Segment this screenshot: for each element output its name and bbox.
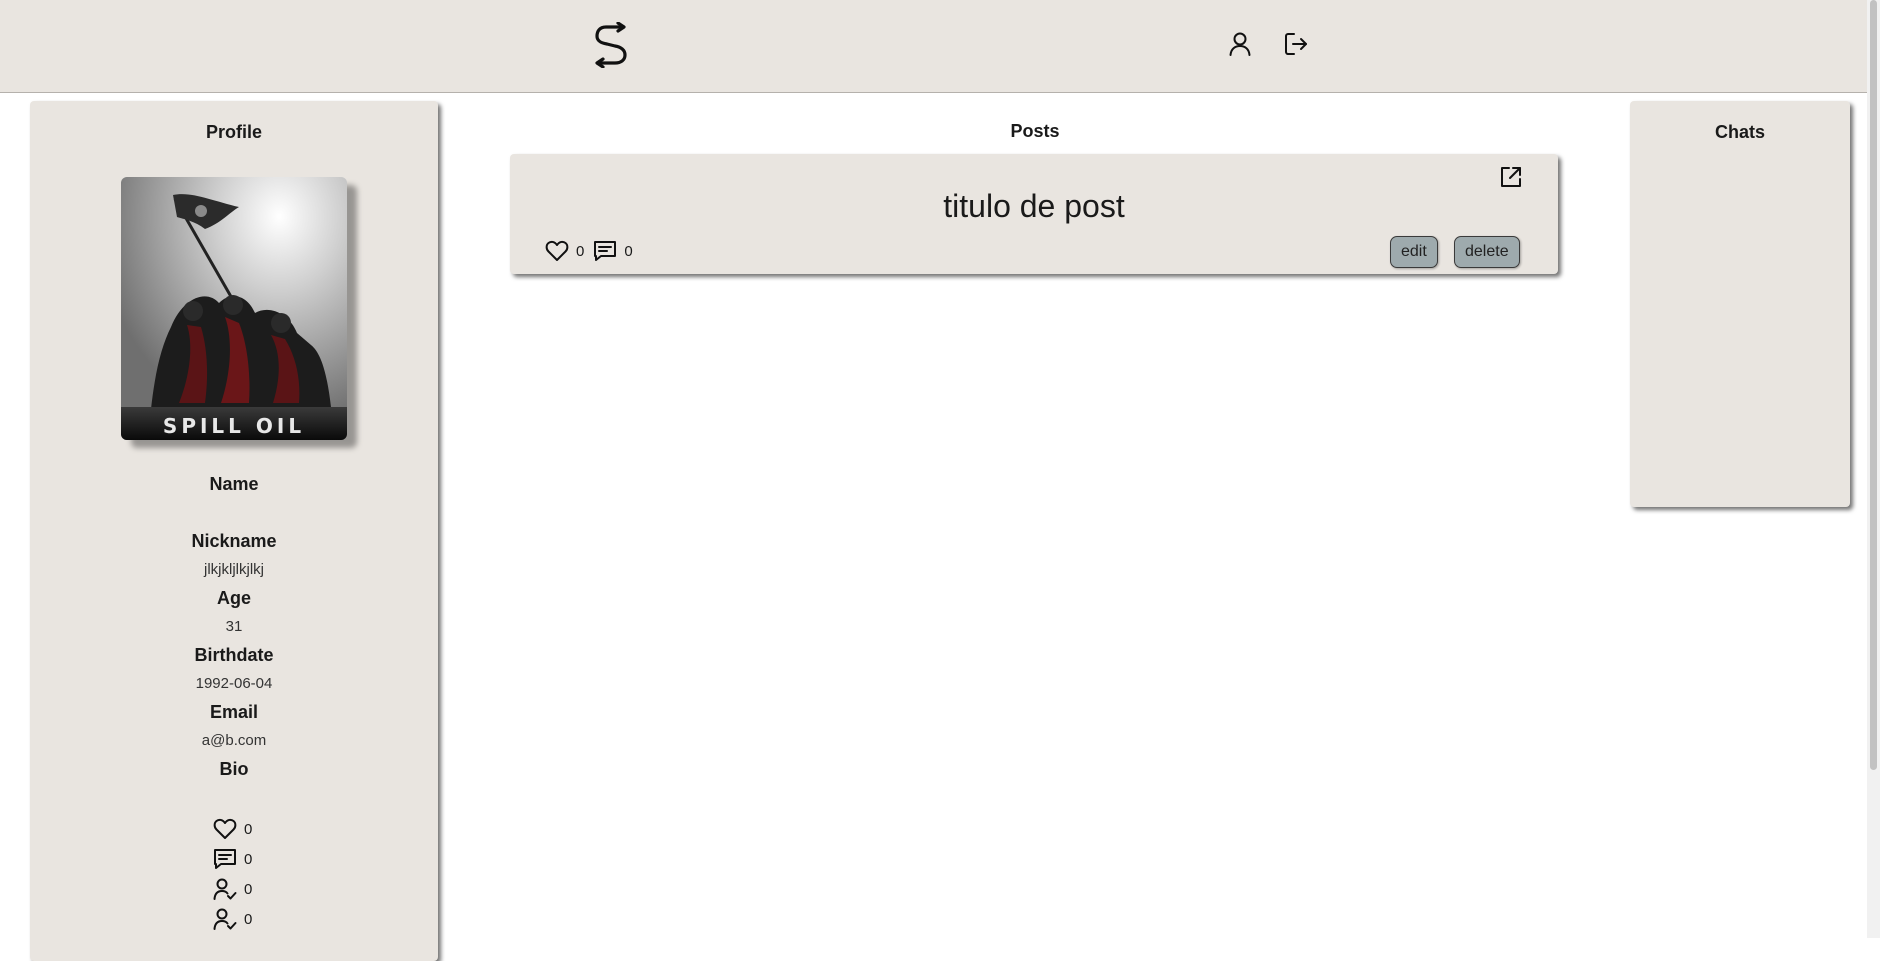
nickname-label: Nickname (191, 531, 277, 551)
edit-button[interactable]: edit (1390, 236, 1438, 268)
profile-comments-stat: 0 (212, 846, 252, 872)
age-label: Age (216, 588, 251, 608)
page-scrollbar[interactable] (1867, 0, 1880, 938)
bio-label: Bio (219, 759, 249, 779)
profile-title: Profile (205, 122, 262, 142)
profile-panel: Profile SPILL OIL Name Nickname jlkjkljl… (30, 101, 438, 961)
profile-followers-count: 0 (244, 880, 253, 898)
post-comments-count: 0 (624, 242, 633, 260)
posts-title: Posts (1010, 121, 1060, 141)
comment-icon[interactable] (592, 238, 618, 264)
heart-icon[interactable] (544, 238, 570, 264)
user-following-icon (213, 908, 237, 930)
post-stats: 0 0 (544, 238, 641, 264)
avatar: SPILL OIL (121, 177, 347, 440)
external-link-icon[interactable] (1498, 164, 1524, 190)
nickname-value: jlkjkljlkjlkj (204, 561, 264, 578)
avatar-caption: SPILL OIL (163, 414, 305, 438)
age-value: 31 (225, 618, 243, 635)
chats-panel: Chats (1630, 101, 1850, 507)
profile-comments-count: 0 (244, 850, 253, 868)
scrollbar-thumb[interactable] (1870, 0, 1877, 770)
user-check-icon (213, 878, 237, 900)
logout-icon[interactable] (1282, 30, 1310, 58)
top-navbar (0, 0, 1867, 93)
email-value: a@b.com (201, 732, 267, 749)
birthdate-label: Birthdate (194, 645, 274, 665)
profile-followers-stat: 0 (212, 876, 252, 902)
birthdate-value: 1992-06-04 (195, 675, 273, 692)
delete-button[interactable]: delete (1454, 236, 1520, 268)
swap-s-logo-icon[interactable] (590, 21, 632, 69)
profile-likes-stat: 0 (212, 816, 252, 842)
profile-following-stat: 0 (212, 906, 252, 932)
email-label: Email (209, 702, 259, 722)
profile-likes-count: 0 (244, 820, 253, 838)
chats-title: Chats (1714, 122, 1765, 142)
post-card[interactable]: titulo de post 0 0 edit delete (510, 154, 1558, 274)
heart-icon (213, 818, 237, 839)
comment-icon (214, 849, 236, 869)
post-title[interactable]: titulo de post (510, 188, 1558, 225)
profile-following-count: 0 (244, 910, 253, 928)
post-likes-count: 0 (576, 242, 585, 260)
user-icon[interactable] (1226, 30, 1254, 58)
name-label: Name (209, 474, 259, 494)
